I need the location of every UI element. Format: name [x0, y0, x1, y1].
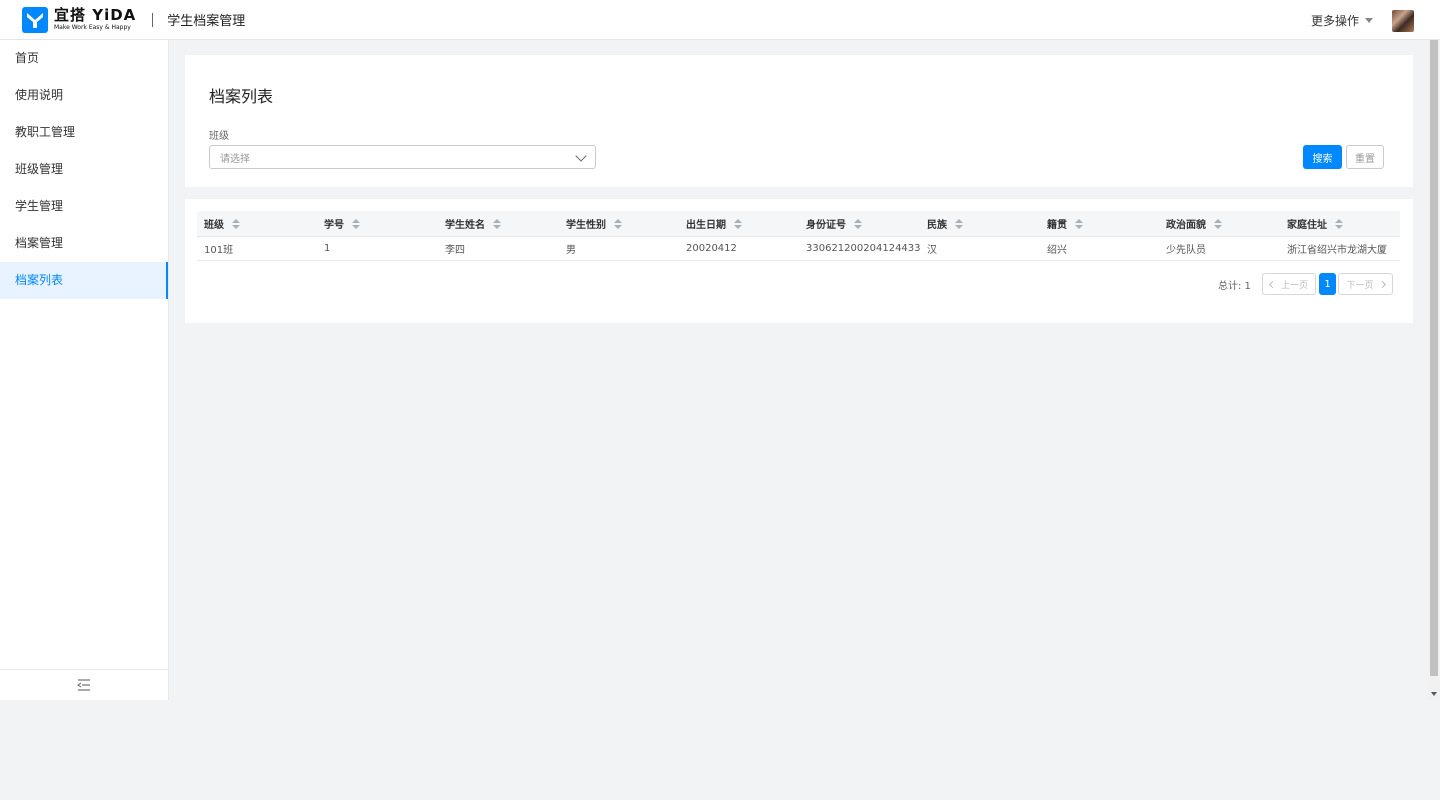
chevron-right-icon: [1378, 280, 1386, 288]
search-button[interactable]: 搜索: [1303, 145, 1342, 169]
reset-button[interactable]: 重置: [1346, 145, 1384, 169]
next-page-label: 下一页: [1346, 280, 1374, 291]
page-number-current[interactable]: 1: [1319, 273, 1336, 295]
sort-icon[interactable]: [1335, 218, 1343, 229]
prev-page-label: 上一页: [1280, 280, 1308, 291]
top-bar: 宜搭 YiDA Make Work Easy & Happy 学生档案管理 更多…: [0, 0, 1440, 40]
sidebar-item-students[interactable]: 学生管理: [0, 188, 168, 225]
sidebar-item-archive-manage[interactable]: 档案管理: [0, 225, 168, 262]
cell-native-place: 绍兴: [1047, 245, 1067, 256]
page-scrollbar[interactable]: [1428, 40, 1440, 700]
column-header-address[interactable]: 家庭住址: [1287, 211, 1343, 236]
sort-icon[interactable]: [955, 218, 963, 229]
scrollbar-thumb[interactable]: [1430, 40, 1438, 676]
prev-page-button[interactable]: 上一页: [1262, 273, 1316, 295]
cell-id-number: 330621200204124433: [806, 243, 921, 254]
caret-down-icon: [1365, 18, 1374, 23]
cell-ethnicity: 汉: [927, 245, 937, 256]
more-actions-menu[interactable]: 更多操作: [1311, 12, 1374, 29]
sort-icon[interactable]: [352, 218, 360, 229]
next-page-button[interactable]: 下一页: [1338, 273, 1393, 295]
more-actions-label: 更多操作: [1311, 14, 1360, 28]
cell-name: 李四: [445, 245, 465, 256]
column-header-native-place[interactable]: 籍贯: [1047, 211, 1083, 236]
cell-student-no: 1: [324, 243, 331, 254]
sidebar-item-guide[interactable]: 使用说明: [0, 77, 168, 114]
sort-icon[interactable]: [493, 218, 501, 229]
avatar[interactable]: [1392, 10, 1414, 32]
sort-icon[interactable]: [232, 218, 240, 229]
class-filter-label: 班级: [209, 131, 229, 142]
column-header-class[interactable]: 班级: [204, 211, 240, 236]
sort-icon[interactable]: [854, 218, 862, 229]
column-header-birthdate[interactable]: 出生日期: [686, 211, 742, 236]
logo[interactable]: 宜搭 YiDA Make Work Easy & Happy: [22, 6, 137, 33]
table-row[interactable]: 101班 1 李四 男 20020412 330621200204124433 …: [197, 237, 1400, 261]
sort-icon[interactable]: [1075, 218, 1083, 229]
yida-logo-icon: [22, 6, 48, 33]
table-card: 班级 学号 学生姓名 学生性别 出生日期 身份证号 民族 籍贯 政治面貌 家庭住…: [185, 199, 1413, 323]
logo-title: 宜搭 YiDA: [54, 6, 137, 24]
sidebar: 首页 使用说明 教职工管理 班级管理 学生管理 档案管理 档案列表: [0, 40, 169, 700]
column-header-ethnicity[interactable]: 民族: [927, 211, 963, 236]
chevron-left-icon: [1268, 280, 1277, 288]
column-header-student-no[interactable]: 学号: [324, 211, 360, 236]
search-card: 档案列表 班级 请选择 搜索 重置: [185, 55, 1413, 187]
cell-address: 浙江省绍兴市龙湖大厦: [1287, 245, 1387, 256]
cell-gender: 男: [566, 245, 576, 256]
cell-class: 101班: [204, 245, 234, 256]
cell-political-status: 少先队员: [1166, 245, 1206, 256]
app-title: 学生档案管理: [167, 14, 246, 29]
sidebar-item-archive-list[interactable]: 档案列表: [0, 262, 168, 299]
column-header-id-number[interactable]: 身份证号: [806, 211, 862, 236]
logo-tagline: Make Work Easy & Happy: [54, 24, 131, 31]
page-title: 档案列表: [209, 87, 274, 106]
header-divider: [152, 12, 154, 27]
class-select-placeholder: 请选择: [220, 153, 250, 165]
column-header-gender[interactable]: 学生性别: [566, 211, 622, 236]
column-header-name[interactable]: 学生姓名: [445, 211, 501, 236]
sidebar-item-classes[interactable]: 班级管理: [0, 151, 168, 188]
collapse-menu-icon: [77, 679, 90, 691]
column-header-political-status[interactable]: 政治面貌: [1166, 211, 1222, 236]
cell-birthdate: 20020412: [686, 243, 737, 254]
sort-icon[interactable]: [1214, 218, 1222, 229]
sidebar-item-home[interactable]: 首页: [0, 40, 168, 77]
collapse-sidebar-button[interactable]: [0, 669, 168, 700]
chevron-down-icon: [575, 150, 587, 162]
sidebar-item-staff[interactable]: 教职工管理: [0, 114, 168, 151]
sort-icon[interactable]: [734, 218, 742, 229]
scroll-down-icon[interactable]: [1431, 692, 1437, 696]
sort-icon[interactable]: [614, 218, 622, 229]
pagination-total: 总计: 1: [1218, 280, 1251, 292]
table-header: 班级 学号 学生姓名 学生性别 出生日期 身份证号 民族 籍贯 政治面貌 家庭住…: [197, 211, 1400, 237]
class-select[interactable]: 请选择: [209, 145, 596, 169]
